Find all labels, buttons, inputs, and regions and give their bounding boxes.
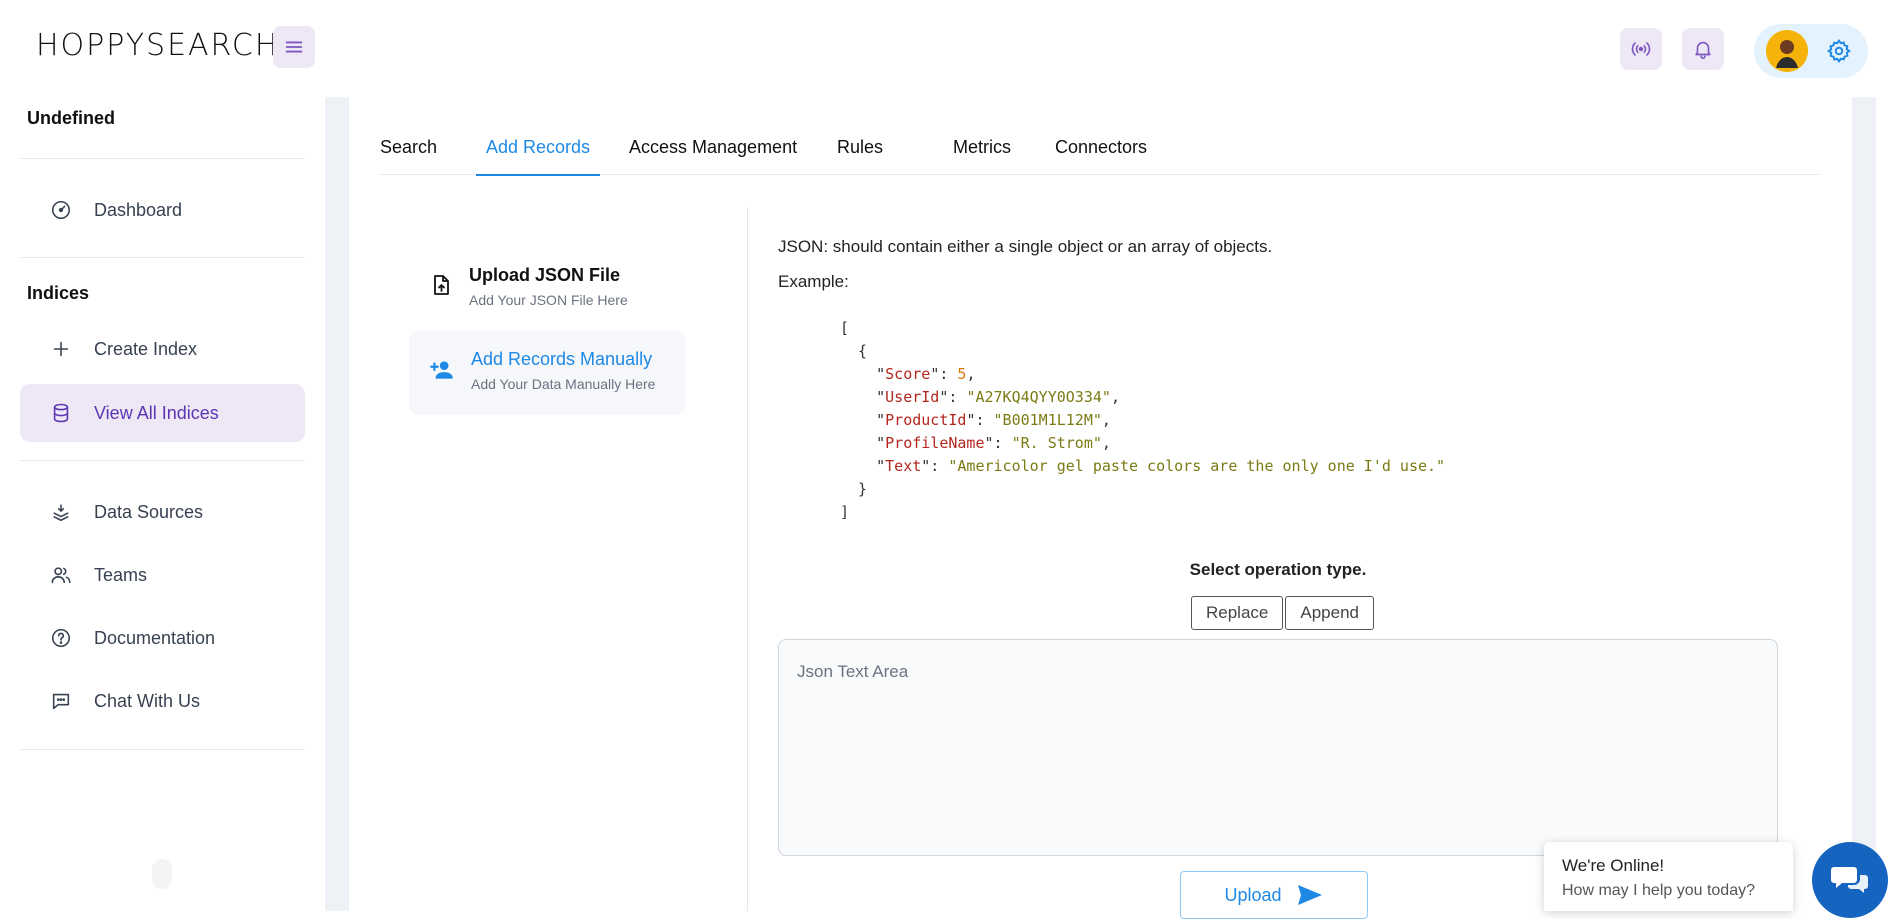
layers-icon <box>53 504 69 522</box>
bell-icon <box>1695 41 1711 59</box>
person-add-icon <box>430 361 453 379</box>
hamburger-icon <box>285 41 303 53</box>
upload-label: Upload <box>1224 884 1282 905</box>
option-subtitle: Add Your JSON File Here <box>469 292 628 308</box>
sidebar-scroll-handle[interactable] <box>152 859 172 889</box>
json-example: [ { "Score": 5, "UserId": "A27KQ4QYY0O33… <box>840 319 1446 521</box>
sidebar-item-label: Create Index <box>94 338 198 359</box>
sidebar-item-label: Teams <box>94 564 148 585</box>
option-subtitle: Add Your Data Manually Here <box>471 376 656 392</box>
gear-icon[interactable] <box>1826 38 1852 64</box>
main-content: Search Add Records Access Management Rul… <box>349 97 1852 911</box>
tab-rules[interactable]: Rules <box>837 137 883 175</box>
divider <box>747 207 748 911</box>
option-title: Add Records Manually <box>471 349 653 369</box>
avatar[interactable] <box>1766 30 1808 72</box>
sidebar-item-label: View All Indices <box>94 402 219 423</box>
option-upload-json-file[interactable]: Upload JSON File Add Your JSON File Here <box>409 247 685 331</box>
option-add-records-manually[interactable]: Add Records Manually Add Your Data Manua… <box>409 331 685 415</box>
menu-toggle-button[interactable] <box>273 26 315 68</box>
sidebar-item-dashboard[interactable]: Dashboard <box>20 181 305 239</box>
sidebar-item-label: Data Sources <box>94 501 204 522</box>
upload-button[interactable]: Upload <box>1180 871 1368 919</box>
send-icon <box>1297 885 1322 905</box>
example-productid: "B001M1L12M" <box>993 411 1102 429</box>
tab-access-management[interactable]: Access Management <box>629 137 797 175</box>
sidebar-item-label: Dashboard <box>94 199 183 220</box>
chat-icon <box>52 693 70 710</box>
example-text: "Americolor gel paste colors are the onl… <box>948 457 1446 475</box>
user-avatar-icon <box>1766 30 1808 72</box>
example-label: Example: <box>778 272 849 291</box>
dashboard-icon <box>51 200 71 220</box>
sidebar-item-label: Chat With Us <box>94 690 201 711</box>
section-heading-indices: Indices <box>27 283 90 303</box>
operation-type-label: Select operation type. <box>1189 560 1367 579</box>
help-icon <box>51 628 71 648</box>
gutter-right <box>1852 97 1876 911</box>
top-bar: HOPPYSEARCH <box>0 0 1900 97</box>
sidebar-item-view-all-indices[interactable]: View All Indices <box>20 384 305 442</box>
chat-launcher-button[interactable] <box>1812 842 1888 918</box>
divider <box>20 749 305 750</box>
example-score: 5 <box>957 365 967 383</box>
option-title: Upload JSON File <box>469 265 621 285</box>
tab-connectors[interactable]: Connectors <box>1055 137 1147 175</box>
sidebar: Undefined Dashboard Indices Create Index… <box>0 97 325 911</box>
chat-title: We're Online! <box>1562 856 1665 875</box>
json-description: JSON: should contain either a single obj… <box>778 237 1273 256</box>
sidebar-item-teams[interactable]: Teams <box>20 546 305 604</box>
chat-widget-card[interactable]: We're Online! How may I help you today? <box>1544 842 1793 911</box>
chat-bubbles-icon <box>1831 867 1868 893</box>
sidebar-item-label: Documentation <box>94 627 216 648</box>
sidebar-item-chat-with-us[interactable]: Chat With Us <box>20 672 305 730</box>
replace-button[interactable]: Replace <box>1191 596 1284 630</box>
users-icon <box>51 567 71 584</box>
notifications-button[interactable] <box>1682 28 1724 70</box>
divider <box>20 257 305 258</box>
tab-bar: Search Add Records Access Management Rul… <box>379 137 1819 176</box>
database-icon <box>53 403 69 423</box>
broadcast-icon <box>1631 42 1651 56</box>
json-text-area[interactable] <box>778 639 1778 856</box>
app-logo[interactable]: HOPPYSEARCH <box>36 28 279 63</box>
example-profilename: "R. Strom" <box>1011 434 1102 452</box>
chat-subtitle: How may I help you today? <box>1562 882 1755 899</box>
sidebar-item-data-sources[interactable]: Data Sources <box>20 483 305 541</box>
plus-icon <box>53 341 69 357</box>
sidebar-item-create-index[interactable]: Create Index <box>20 320 305 378</box>
operation-type-group: Replace Append <box>1191 596 1374 630</box>
broadcast-button[interactable] <box>1620 28 1662 70</box>
tab-add-records[interactable]: Add Records <box>475 137 601 176</box>
org-name: Undefined <box>27 108 115 128</box>
tab-search[interactable]: Search <box>380 137 437 175</box>
append-button[interactable]: Append <box>1285 596 1374 630</box>
divider <box>20 158 305 159</box>
divider <box>20 460 305 461</box>
tab-metrics[interactable]: Metrics <box>953 137 1011 175</box>
file-upload-icon <box>434 275 449 295</box>
gutter-left <box>325 97 349 911</box>
example-userid: "A27KQ4QYY0O334" <box>966 388 1111 406</box>
sidebar-item-documentation[interactable]: Documentation <box>20 609 305 667</box>
profile-menu[interactable] <box>1754 24 1868 78</box>
